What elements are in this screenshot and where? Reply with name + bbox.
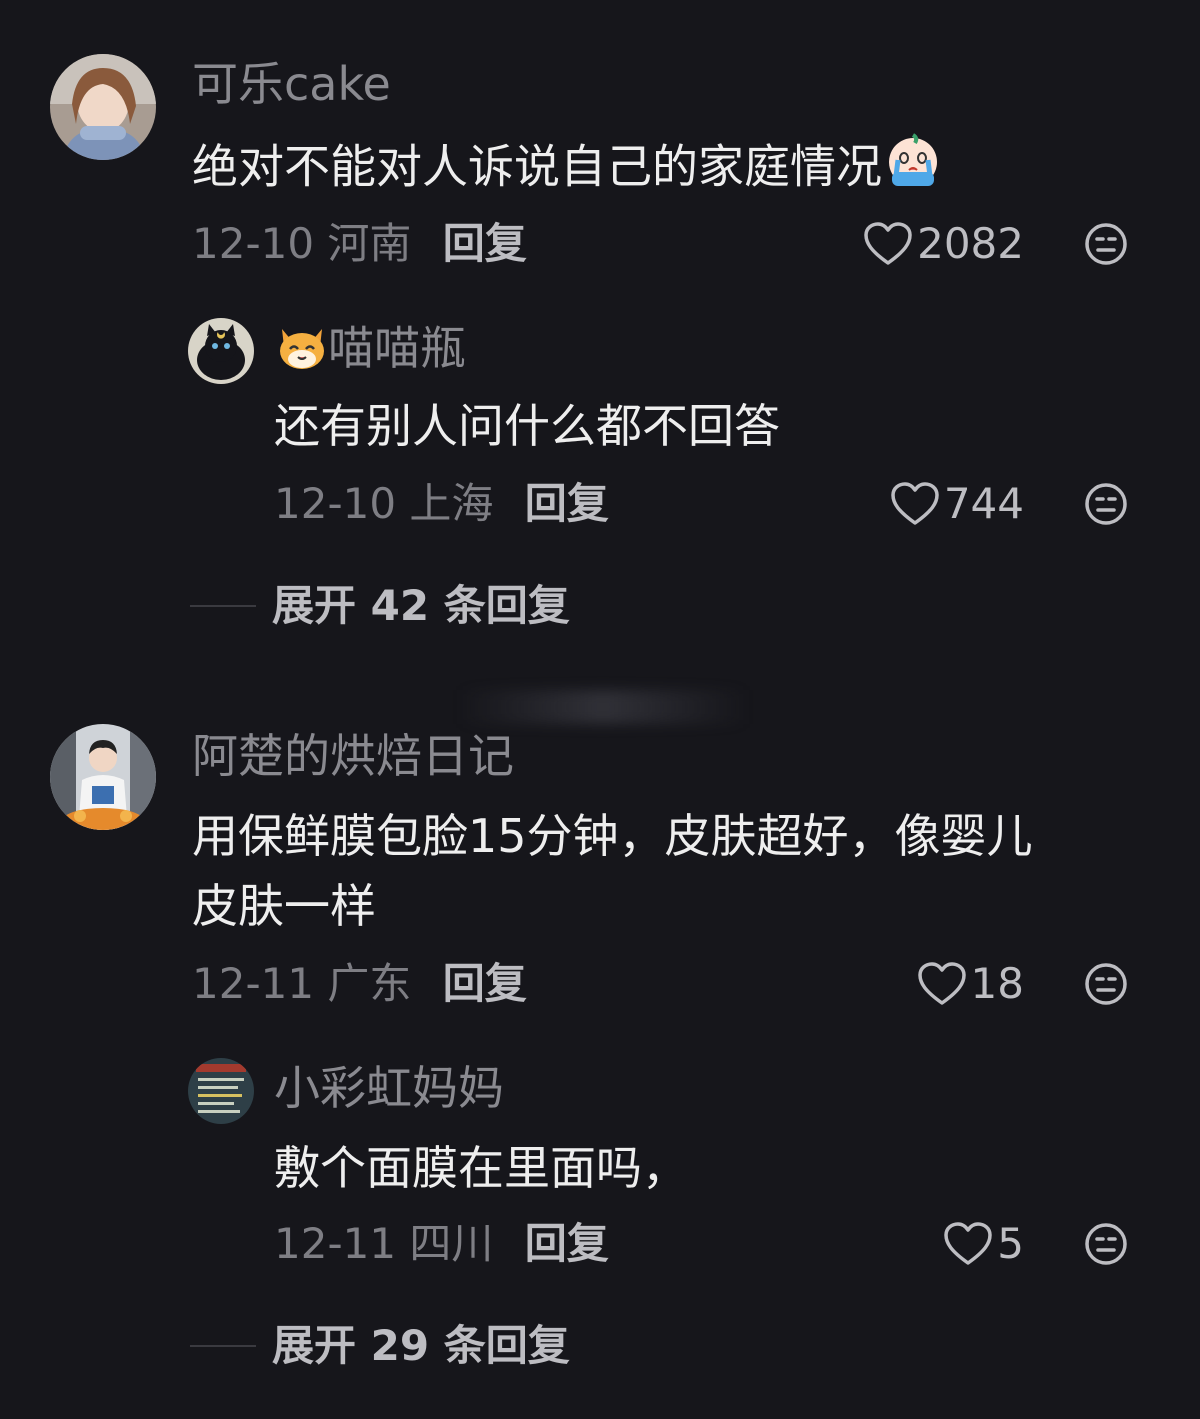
reply-button[interactable]: 回复: [443, 219, 527, 268]
like-count: 5: [997, 1219, 1024, 1268]
comment-text-line-1: 用保鲜膜包脸15分钟，皮肤超好，像婴儿: [192, 809, 1033, 863]
comment-date: 12-10: [192, 219, 315, 268]
like-count: 2082: [917, 219, 1024, 268]
comment-date: 12-11: [274, 1219, 397, 1268]
avatar[interactable]: [50, 724, 156, 830]
meh-face-icon: [1084, 1223, 1128, 1270]
username[interactable]: 喵喵瓶: [276, 320, 466, 383]
dislike-button[interactable]: [1084, 222, 1128, 270]
like-button[interactable]: 5: [943, 1218, 1024, 1270]
expand-replies-label: 展开 29 条回复: [272, 1321, 570, 1370]
avatar[interactable]: [50, 54, 156, 160]
reply-button[interactable]: 回复: [525, 1219, 609, 1268]
meh-face-icon: [1084, 963, 1128, 1010]
comment-date: 12-10: [274, 479, 397, 528]
like-count: 18: [970, 959, 1024, 1008]
comment-meta: 12-10 上海 回复: [274, 478, 609, 530]
comment-location: 四川: [409, 1219, 494, 1268]
heart-outline-icon: [917, 961, 967, 1007]
expand-replies-button[interactable]: 展开 42 条回复: [190, 580, 570, 632]
comment-text: 敷个面膜在里面吗，: [274, 1141, 688, 1195]
cat-face-emoji: [276, 321, 328, 383]
username[interactable]: 可乐cake: [192, 56, 391, 112]
heart-outline-icon: [863, 221, 913, 267]
comment-text-content: 绝对不能对人诉说自己的家庭情况: [192, 139, 882, 194]
avatar[interactable]: [188, 318, 254, 384]
expand-replies-label: 展开 42 条回复: [272, 581, 570, 630]
like-button[interactable]: 2082: [863, 218, 1024, 270]
comment-meta: 12-11 广东 回复: [192, 958, 527, 1010]
heart-outline-icon: [890, 481, 940, 527]
comment-location: 上海: [409, 479, 494, 528]
comment-location: 广东: [327, 959, 412, 1008]
meh-face-icon: [1084, 483, 1128, 530]
meh-face-icon: [1084, 223, 1128, 270]
like-button[interactable]: 18: [917, 958, 1024, 1010]
username[interactable]: 阿楚的烘焙日记: [192, 728, 514, 784]
reply-button[interactable]: 回复: [443, 959, 527, 1008]
comment-date: 12-11: [192, 959, 315, 1008]
comment-text: 绝对不能对人诉说自己的家庭情况: [192, 130, 944, 210]
blurred-watermark: [458, 690, 748, 724]
comment-meta: 12-10 河南 回复: [192, 218, 527, 270]
dislike-button[interactable]: [1084, 482, 1128, 530]
like-button[interactable]: 744: [890, 478, 1024, 530]
reply-button[interactable]: 回复: [525, 479, 609, 528]
divider: [190, 1345, 256, 1347]
dislike-button[interactable]: [1084, 962, 1128, 1010]
expand-replies-button[interactable]: 展开 29 条回复: [190, 1320, 570, 1372]
username-text: 喵喵瓶: [328, 321, 466, 375]
divider: [190, 605, 256, 607]
heart-outline-icon: [943, 1221, 993, 1267]
like-count: 744: [943, 479, 1024, 528]
username[interactable]: 小彩虹妈妈: [274, 1060, 504, 1116]
comment-meta: 12-11 四川 回复: [274, 1218, 609, 1270]
comment-location: 河南: [327, 219, 412, 268]
avatar[interactable]: [188, 1058, 254, 1124]
comment-text: 还有别人问什么都不回答: [274, 399, 780, 453]
crying-face-emoji: [882, 130, 944, 210]
comment-text-line-2: 皮肤一样: [192, 879, 376, 933]
dislike-button[interactable]: [1084, 1222, 1128, 1270]
